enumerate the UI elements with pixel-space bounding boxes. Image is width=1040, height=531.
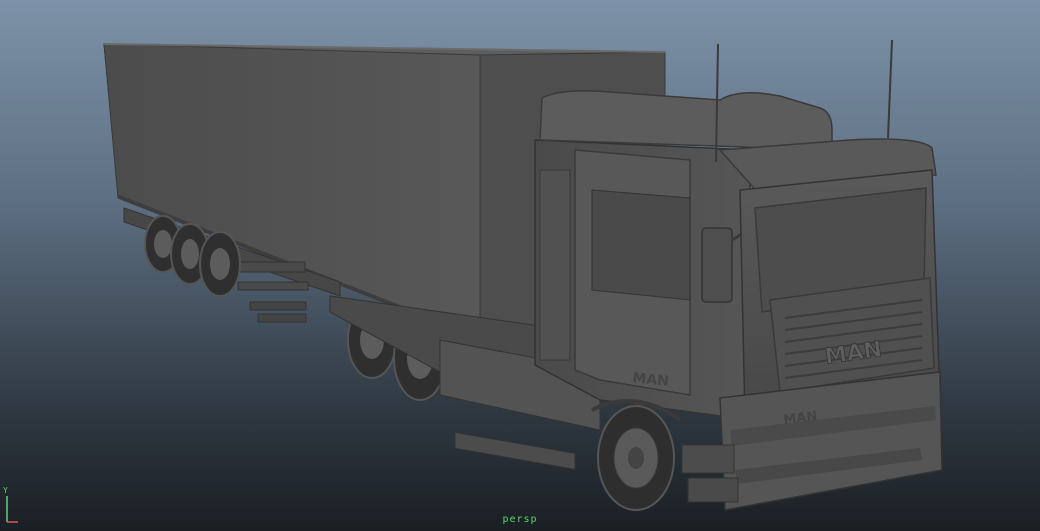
front-wheel (591, 399, 682, 511)
3d-viewport[interactable]: MAN MAN MAN Y persp (0, 0, 1040, 531)
camera-label: persp (502, 514, 538, 525)
truck-model[interactable]: MAN MAN MAN (0, 0, 1040, 531)
axis-label: Y (3, 486, 8, 495)
